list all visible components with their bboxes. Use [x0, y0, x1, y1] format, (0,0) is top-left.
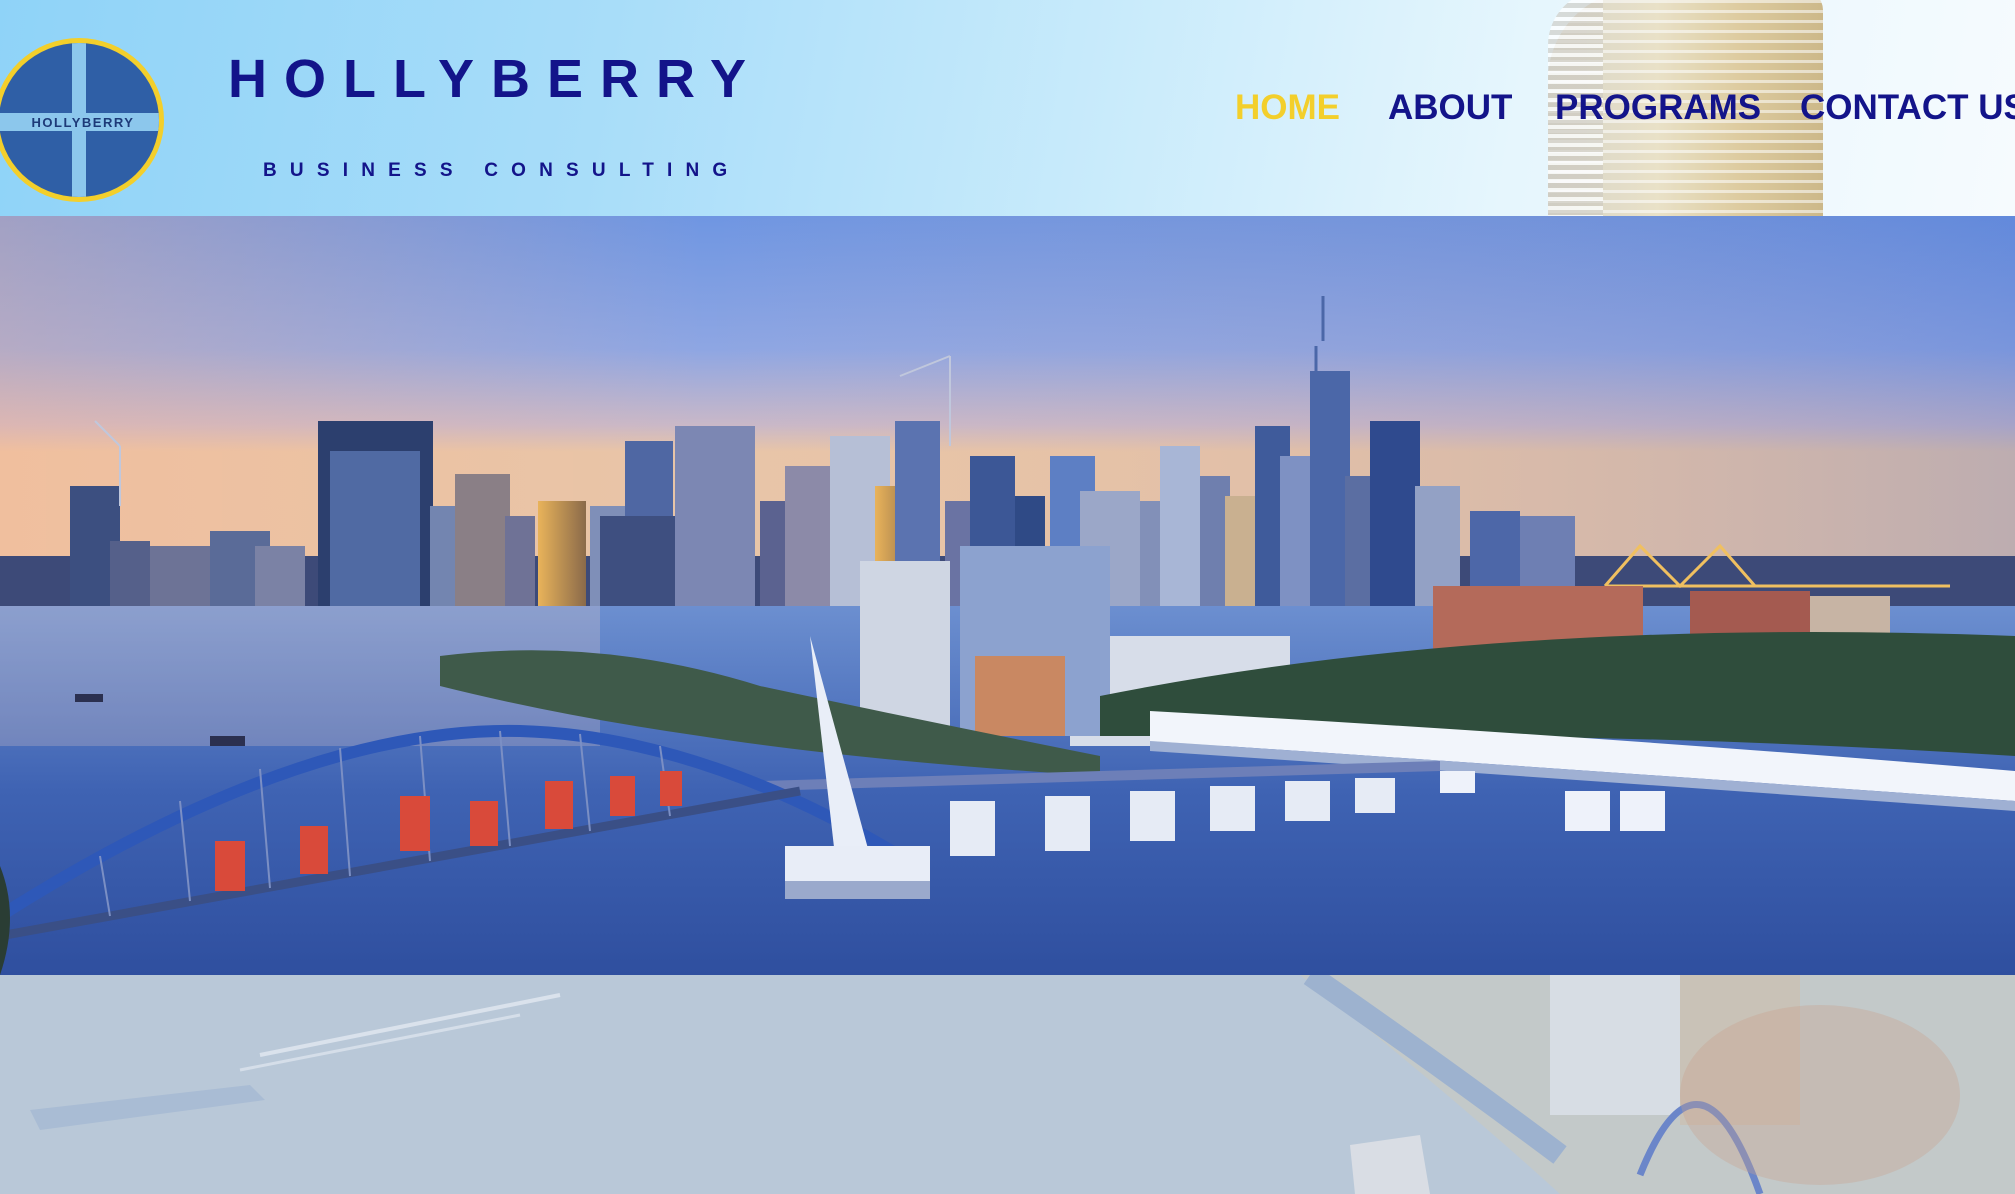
nav-item-contact-us[interactable]: CONTACT US — [1800, 88, 2015, 128]
river-background-illustration — [0, 975, 2015, 1194]
main-nav: HOME ABOUT PROGRAMS CONTACT US — [0, 88, 2015, 138]
site-header: HOLLYBERRY HOLLYBERRY BUSINESS CONSULTIN… — [0, 0, 2015, 216]
brand-tagline: BUSINESS CONSULTING — [263, 160, 741, 181]
nav-item-home[interactable]: HOME — [1235, 88, 1340, 128]
skyline-illustration — [0, 216, 2015, 975]
hero-image — [0, 216, 2015, 975]
nav-item-programs[interactable]: PROGRAMS — [1555, 88, 1761, 128]
background-photo-faded — [0, 975, 2015, 1194]
nav-item-about[interactable]: ABOUT — [1388, 88, 1512, 128]
